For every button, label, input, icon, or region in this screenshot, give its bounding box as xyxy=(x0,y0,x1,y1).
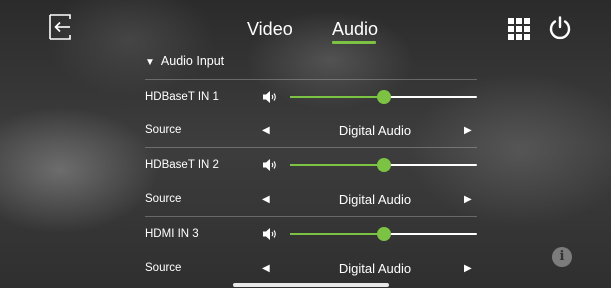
source-next-arrow-icon[interactable]: ▶ xyxy=(464,125,472,136)
volume-slider[interactable] xyxy=(290,158,477,172)
divider xyxy=(145,79,477,80)
slider-fill xyxy=(290,233,384,235)
source-label: Source xyxy=(145,193,182,205)
slider-thumb[interactable] xyxy=(376,90,391,104)
home-indicator xyxy=(233,283,389,287)
source-value: Digital Audio xyxy=(338,123,412,138)
source-next-arrow-icon[interactable]: ▶ xyxy=(464,194,472,205)
source-next-arrow-icon[interactable]: ▶ xyxy=(464,263,472,274)
audio-input-header[interactable]: ▼ Audio Input xyxy=(145,54,224,68)
channel-name: HDBaseT IN 1 xyxy=(145,91,219,103)
source-label: Source xyxy=(145,262,182,274)
tab-audio[interactable]: Audio xyxy=(332,19,378,40)
divider xyxy=(145,147,477,148)
speaker-icon[interactable] xyxy=(262,227,278,241)
slider-thumb[interactable] xyxy=(376,227,391,241)
collapse-triangle-icon: ▼ xyxy=(145,57,155,68)
slider-fill xyxy=(290,96,384,98)
audio-input-title: Audio Input xyxy=(160,54,225,68)
source-prev-arrow-icon[interactable]: ◀ xyxy=(262,263,270,274)
volume-slider[interactable] xyxy=(290,227,477,241)
source-prev-arrow-icon[interactable]: ◀ xyxy=(262,194,270,205)
source-value: Digital Audio xyxy=(338,192,412,207)
source-prev-arrow-icon[interactable]: ◀ xyxy=(262,125,270,136)
blurred-background xyxy=(0,0,611,288)
slider-fill xyxy=(290,164,384,166)
info-icon[interactable]: i xyxy=(552,247,572,267)
volume-slider[interactable] xyxy=(290,90,477,104)
power-icon[interactable] xyxy=(548,16,572,40)
divider xyxy=(145,216,477,217)
speaker-icon[interactable] xyxy=(262,90,278,104)
grid-icon[interactable] xyxy=(508,18,530,40)
channel-name: HDBaseT IN 2 xyxy=(145,159,219,171)
source-value: Digital Audio xyxy=(338,261,412,276)
active-tab-underline xyxy=(332,41,376,44)
channel-name: HDMI IN 3 xyxy=(145,228,199,240)
exit-icon[interactable] xyxy=(48,14,72,40)
tab-video[interactable]: Video xyxy=(247,19,293,40)
speaker-icon[interactable] xyxy=(262,158,278,172)
slider-thumb[interactable] xyxy=(376,158,391,172)
source-label: Source xyxy=(145,124,182,136)
